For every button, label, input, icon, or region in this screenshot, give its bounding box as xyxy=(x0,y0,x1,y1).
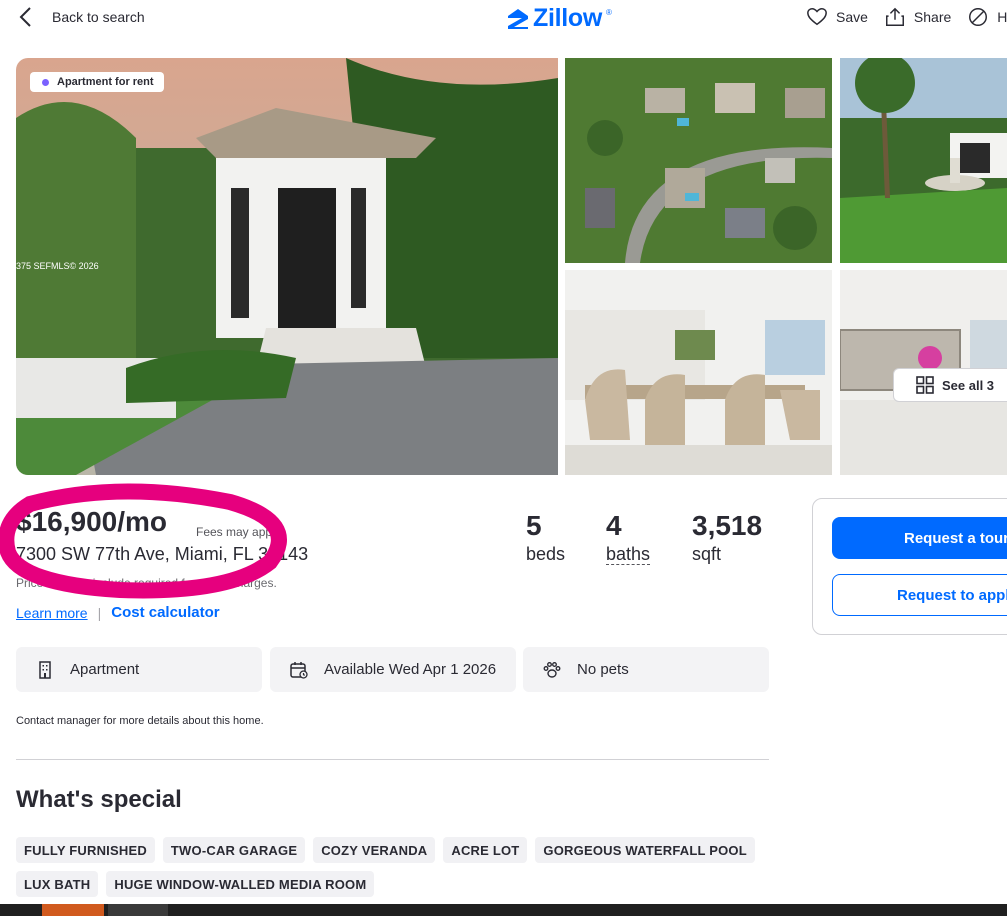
dining-photo[interactable] xyxy=(565,270,832,475)
taskbar-app-icon[interactable] xyxy=(42,904,104,916)
feature-chip: ACRE LOT xyxy=(443,837,528,863)
baths-label[interactable]: baths xyxy=(606,544,651,565)
contact-note: Contact manager for more details about t… xyxy=(16,715,264,727)
listing-type-badge: Apartment for rent xyxy=(30,72,164,92)
feature-chip: HUGE WINDOW-WALLED MEDIA ROOM xyxy=(106,871,375,897)
heart-icon xyxy=(807,8,827,26)
fact-pets: No pets xyxy=(523,647,769,692)
beds-count: 5 xyxy=(526,510,542,541)
section-divider xyxy=(16,759,769,760)
share-button[interactable]: Share xyxy=(884,6,951,28)
see-all-photos-button[interactable]: See all 3 xyxy=(893,368,1007,402)
request-apply-button[interactable]: Request to apply xyxy=(832,574,1007,616)
share-label: Share xyxy=(913,9,952,25)
back-to-search-link[interactable]: Back to search xyxy=(18,6,145,28)
sqft-count: 3,518 xyxy=(692,510,763,541)
aerial-photo[interactable] xyxy=(565,58,832,263)
request-tour-button[interactable]: Request a tour xyxy=(832,517,1007,559)
chevron-left-icon xyxy=(19,7,31,27)
see-all-label: See all 3 xyxy=(942,377,995,393)
share-icon xyxy=(885,7,904,26)
sqft-label: sqft xyxy=(692,544,722,564)
fact-home-type-label: Apartment xyxy=(70,661,140,678)
listing-actions: Save Share Hi xyxy=(806,6,1007,28)
fountain-yard-photo xyxy=(840,58,1007,263)
badge-dot-icon xyxy=(42,78,49,86)
feature-chip: FULLY FURNISHED xyxy=(16,837,155,863)
os-taskbar xyxy=(0,904,1007,916)
back-to-search-label: Back to search xyxy=(52,9,145,25)
listing-price: $16,900/mo xyxy=(16,506,167,537)
zillow-house-icon xyxy=(508,8,528,29)
photo-watermark: 375 SEFMLS© 2026 xyxy=(16,261,99,271)
feature-chip: LUX BATH xyxy=(16,871,99,897)
beds-stat: 5 beds xyxy=(526,510,565,565)
hide-label: Hi xyxy=(997,9,1007,25)
listing-address: 7300 SW 77th Ave, Miami, FL 33143 xyxy=(16,544,309,564)
hide-button[interactable]: Hi xyxy=(967,6,1007,28)
house-exterior-photo: 375 SEFMLS© 2026 xyxy=(16,58,558,475)
main-photo[interactable]: 375 SEFMLS© 2026 Apartment for rent xyxy=(16,58,558,475)
fact-availability-label: Available Wed Apr 1 2026 xyxy=(324,661,497,678)
fees-note: Fees may apply xyxy=(196,525,281,539)
hide-icon xyxy=(969,8,988,26)
fact-pets-label: No pets xyxy=(577,661,629,678)
zillow-logo[interactable]: Zillow ® xyxy=(507,4,612,33)
taskbar-app-icon[interactable] xyxy=(108,904,168,916)
top-bar: Back to search Zillow ® Save Share Hi xyxy=(0,0,1007,36)
trademark-mark: ® xyxy=(606,8,612,17)
whats-special-heading: What's special xyxy=(16,786,182,813)
aerial-view-photo xyxy=(565,58,832,263)
fact-home-type: Apartment xyxy=(16,647,262,692)
dining-room-photo xyxy=(565,270,832,475)
fact-availability: Available Wed Apr 1 2026 xyxy=(270,647,516,692)
fountain-photo[interactable] xyxy=(840,58,1007,263)
cost-calculator-link[interactable]: Cost calculator xyxy=(111,604,219,621)
badge-label: Apartment for rent xyxy=(57,76,154,88)
beds-label: beds xyxy=(526,544,566,564)
price-disclaimer: Price may not include required fees and … xyxy=(16,576,277,590)
calendar-icon xyxy=(290,661,308,679)
baths-stat[interactable]: 4 baths xyxy=(606,510,651,565)
feature-chip: GORGEOUS WATERFALL POOL xyxy=(535,837,755,863)
zillow-logo-text: Zillow xyxy=(533,4,603,32)
price-links: Learn more | Cost calculator xyxy=(16,604,220,621)
feature-chip: COZY VERANDA xyxy=(313,837,436,863)
photo-gallery: 375 SEFMLS© 2026 Apartment for rent xyxy=(16,58,1007,475)
feature-chips: FULLY FURNISHED TWO-CAR GARAGE COZY VERA… xyxy=(16,837,756,897)
paw-icon xyxy=(543,661,561,678)
save-button[interactable]: Save xyxy=(806,6,868,28)
feature-chip: TWO-CAR GARAGE xyxy=(162,837,306,863)
save-label: Save xyxy=(836,9,868,25)
learn-more-link[interactable]: Learn more xyxy=(16,605,88,621)
link-separator: | xyxy=(97,604,102,621)
building-icon xyxy=(39,660,51,679)
sqft-stat: 3,518 sqft xyxy=(692,510,762,565)
grid-icon xyxy=(916,376,934,394)
baths-count: 4 xyxy=(606,510,622,541)
